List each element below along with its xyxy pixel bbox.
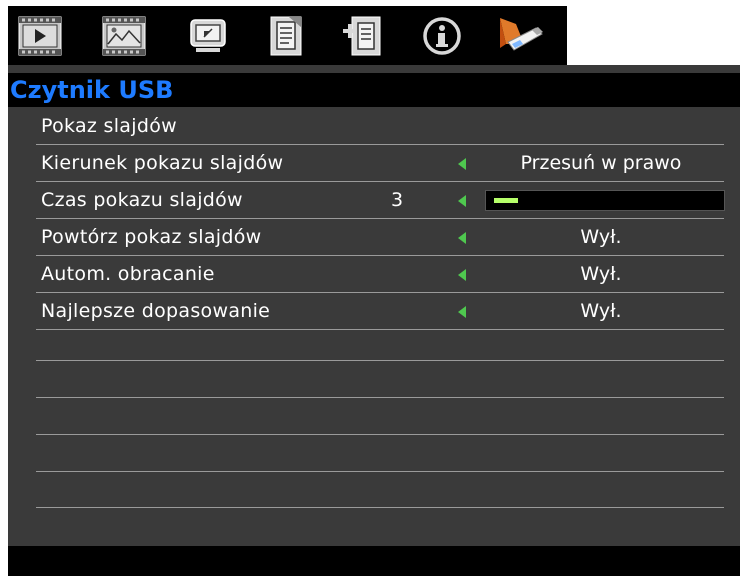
usb-reader-tab[interactable] <box>496 14 544 58</box>
left-arrow-icon[interactable] <box>458 306 466 318</box>
row-value: Wył. <box>580 263 622 285</box>
row-value: Wył. <box>580 226 622 248</box>
row-label: Pokaz slajdów <box>41 115 177 137</box>
screen-tab[interactable] <box>184 14 232 58</box>
panel-title: Czytnik USB <box>8 73 740 107</box>
menu-row-slideshow-time[interactable]: Czas pokazu slajdów 3 <box>36 182 725 219</box>
monitor-icon <box>190 19 226 52</box>
document-icon <box>270 16 302 56</box>
row-label: Kierunek pokazu slajdów <box>41 152 284 174</box>
slider-fill <box>494 198 518 203</box>
advanced-tab[interactable] <box>338 14 386 58</box>
panel-footer <box>8 546 740 576</box>
usb-reader-panel: Czytnik USB Pokaz slajdów Kierunek pokaz… <box>8 65 740 576</box>
empty-row <box>36 471 724 508</box>
row-label: Czas pokazu slajdów <box>41 189 243 211</box>
row-label: Powtórz pokaz slajdów <box>41 226 262 248</box>
empty-row <box>36 324 724 361</box>
left-arrow-icon[interactable] <box>458 269 466 281</box>
info-icon <box>423 17 461 55</box>
setup-tab[interactable] <box>262 14 310 58</box>
left-arrow-icon[interactable] <box>458 195 466 207</box>
empty-row <box>36 398 724 435</box>
usb-drive-icon <box>500 18 543 51</box>
info-tab[interactable] <box>418 14 466 58</box>
menu-row-slideshow[interactable]: Pokaz slajdów <box>36 108 724 145</box>
empty-row <box>36 361 724 398</box>
display-tab[interactable] <box>100 14 148 58</box>
empty-row <box>36 435 724 472</box>
slider-track[interactable] <box>485 190 725 211</box>
picture-icon <box>102 16 146 56</box>
document-plus-icon <box>343 16 381 56</box>
menu-tab-bar <box>8 6 567 65</box>
menu-row-slideshow-direction[interactable]: Kierunek pokazu slajdów Przesuń w prawo <box>36 145 724 182</box>
menu-row-repeat-slideshow[interactable]: Powtórz pokaz slajdów Wył. <box>36 219 724 256</box>
play-screen-icon <box>18 16 62 56</box>
menu-row-auto-rotate[interactable]: Autom. obracanie Wył. <box>36 256 724 293</box>
row-value: Przesuń w prawo <box>520 152 682 174</box>
row-label: Autom. obracanie <box>41 263 215 285</box>
row-number: 3 <box>391 189 404 211</box>
left-arrow-icon[interactable] <box>458 158 466 170</box>
image-tab[interactable] <box>16 14 64 58</box>
left-arrow-icon[interactable] <box>458 232 466 244</box>
